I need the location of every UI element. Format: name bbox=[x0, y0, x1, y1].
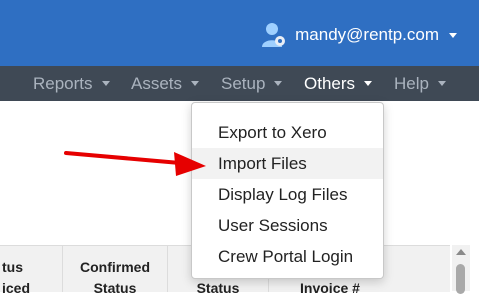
nav-item-setup[interactable]: Setup bbox=[221, 66, 283, 101]
scroll-up-icon[interactable] bbox=[456, 249, 466, 255]
column-header-line: iced bbox=[2, 280, 31, 296]
nav-item-label: Help bbox=[394, 73, 429, 93]
nav-item-reports[interactable]: Reports bbox=[33, 66, 110, 101]
main-nav: Reports Assets Setup Others Help bbox=[0, 66, 479, 101]
menu-item-crew-portal-login[interactable]: Crew Portal Login bbox=[192, 241, 383, 272]
column-header-line: Status bbox=[196, 280, 240, 296]
menu-item-import-files[interactable]: Import Files bbox=[192, 148, 383, 179]
scrollbar-thumb[interactable] bbox=[456, 264, 465, 294]
chevron-down-icon bbox=[437, 81, 446, 86]
nav-item-help[interactable]: Help bbox=[394, 66, 446, 101]
nav-item-label: Others bbox=[304, 73, 356, 93]
nav-item-label: Assets bbox=[131, 73, 183, 93]
column-header[interactable]: tus iced bbox=[0, 246, 40, 296]
user-email: mandy@rentp.com bbox=[295, 25, 439, 44]
others-dropdown-menu: Export to Xero Import Files Display Log … bbox=[191, 102, 384, 279]
nav-item-label: Setup bbox=[221, 73, 266, 93]
top-header: mandy@rentp.com bbox=[0, 0, 479, 66]
menu-item-display-log-files[interactable]: Display Log Files bbox=[192, 179, 383, 210]
column-header-line: Invoice # bbox=[300, 280, 360, 296]
red-arrow-icon bbox=[64, 151, 206, 176]
nav-item-assets[interactable]: Assets bbox=[131, 66, 200, 101]
menu-item-user-sessions[interactable]: User Sessions bbox=[192, 210, 383, 241]
column-header-line: tus bbox=[2, 259, 23, 275]
user-menu-toggle[interactable]: mandy@rentp.com bbox=[261, 20, 457, 50]
nav-item-others[interactable]: Others bbox=[304, 66, 373, 101]
chevron-down-icon bbox=[449, 32, 457, 38]
chevron-down-icon bbox=[364, 81, 373, 86]
chevron-down-icon bbox=[274, 81, 283, 86]
user-avatar-icon bbox=[261, 21, 287, 49]
column-header-line: Confirmed bbox=[80, 259, 150, 275]
menu-item-export-to-xero[interactable]: Export to Xero bbox=[192, 117, 383, 148]
column-header[interactable]: Confirmed Status bbox=[63, 246, 167, 296]
nav-item-label: Reports bbox=[33, 73, 93, 93]
chevron-down-icon bbox=[191, 81, 200, 86]
chevron-down-icon bbox=[101, 81, 110, 86]
column-header-line: Status bbox=[93, 280, 137, 296]
